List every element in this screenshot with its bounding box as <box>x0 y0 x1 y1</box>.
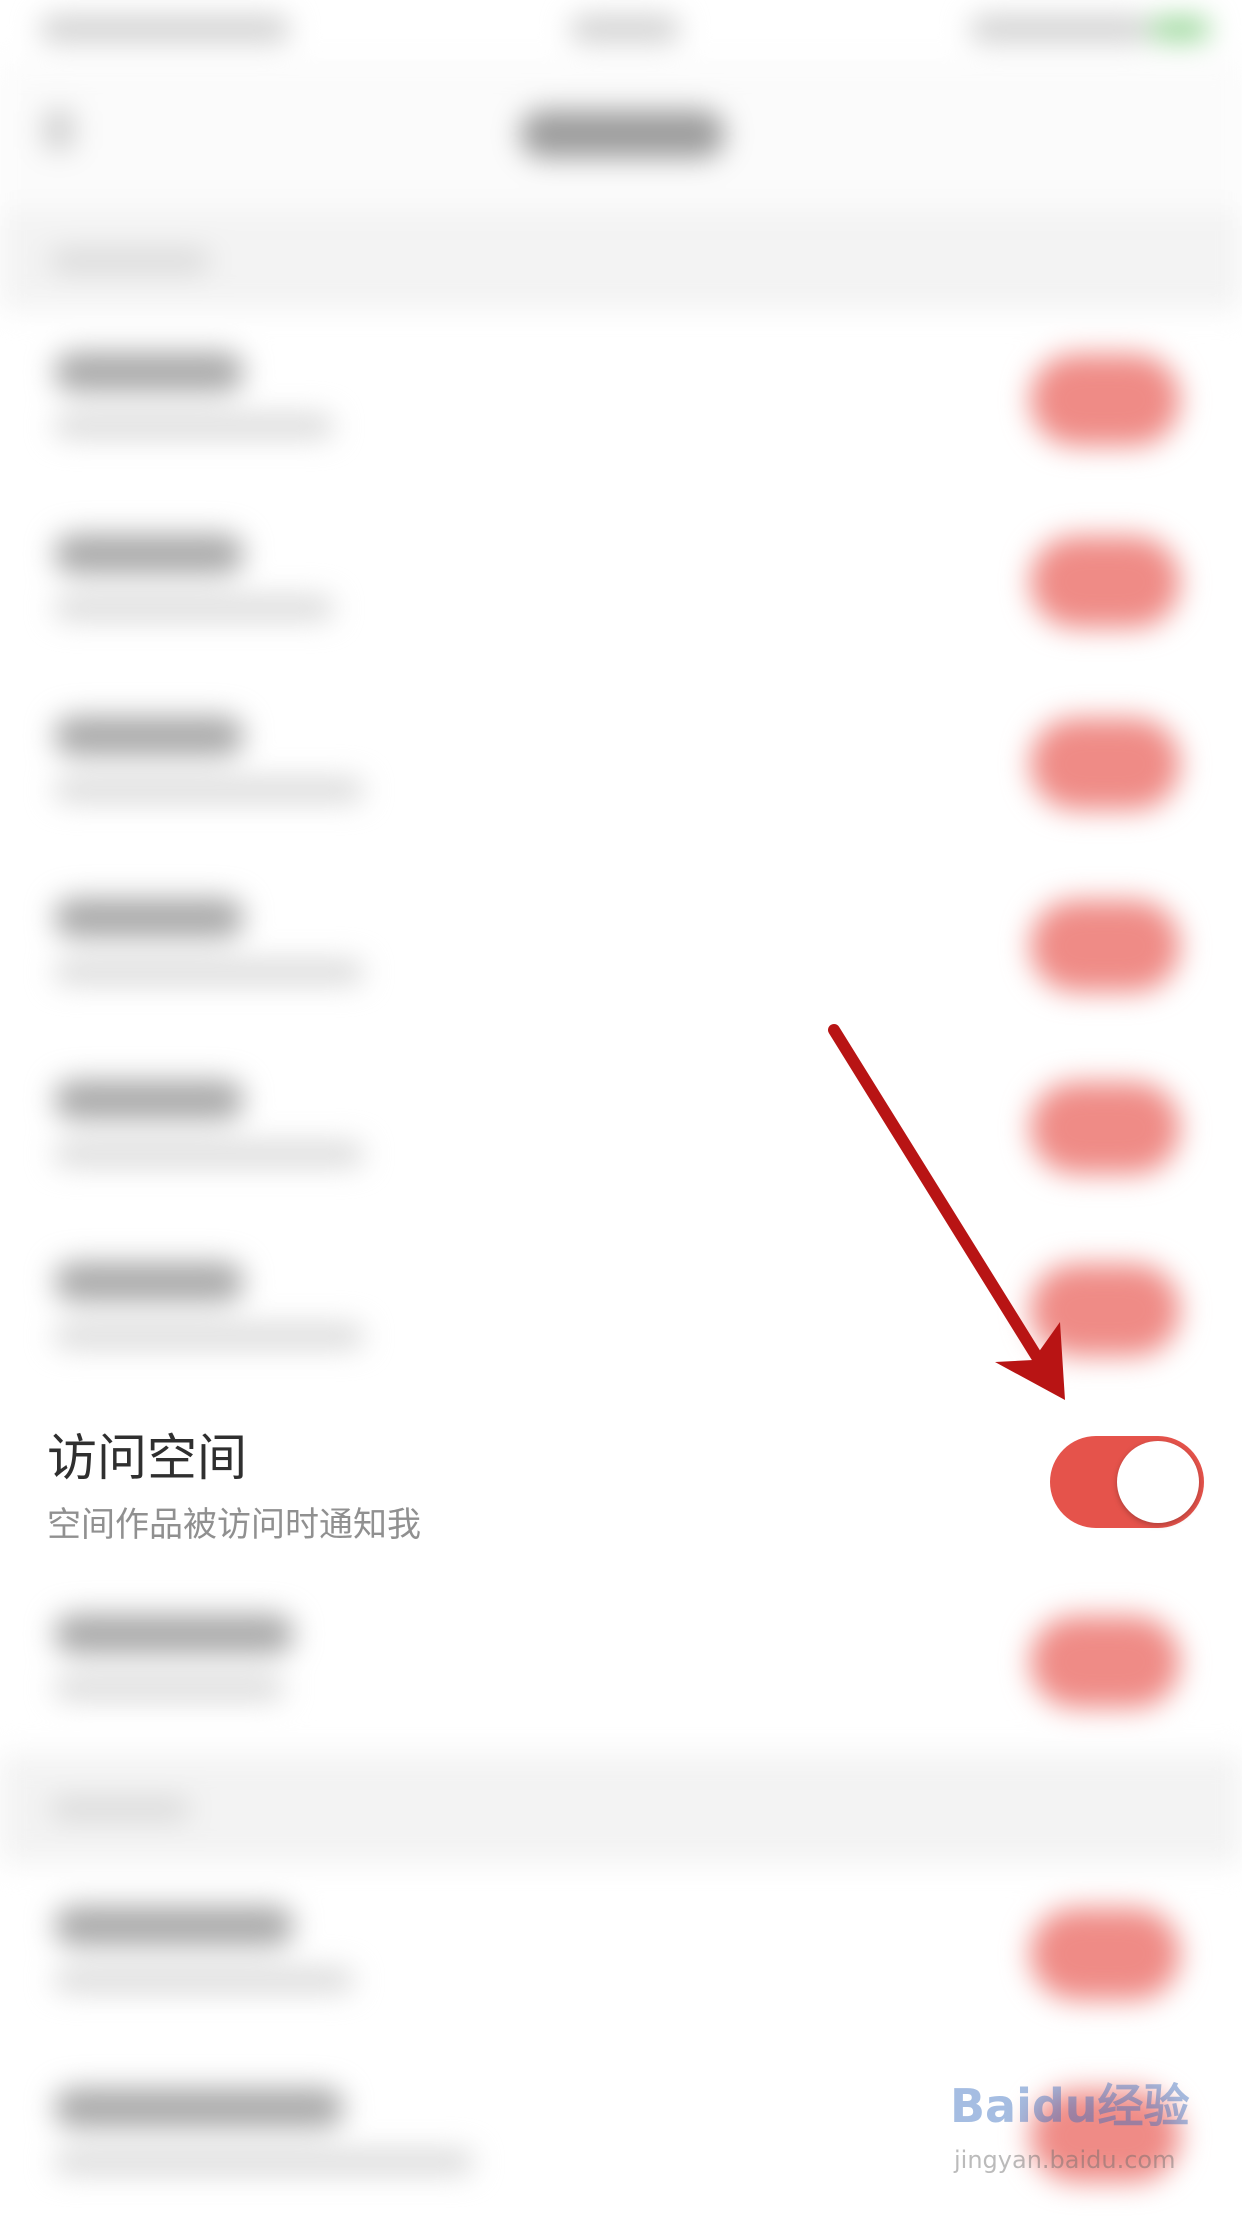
row-title-placeholder <box>54 352 244 392</box>
watermark-logo: Baidu经验 <box>950 2079 1190 2133</box>
settings-row[interactable] <box>0 310 1242 492</box>
row-subtitle-placeholder <box>54 1676 284 1700</box>
visit-space-toggle[interactable] <box>1050 1436 1204 1528</box>
toggle-switch[interactable] <box>1030 1908 1180 2000</box>
row-title-placeholder <box>54 898 244 938</box>
row-subtitle-placeholder <box>54 1968 354 1992</box>
toggle-switch[interactable] <box>1030 900 1180 992</box>
battery-icon <box>1150 18 1210 40</box>
settings-row[interactable] <box>0 1572 1242 1754</box>
row-title-placeholder <box>54 1080 244 1120</box>
page-title-placeholder <box>520 110 725 158</box>
settings-row[interactable] <box>0 1864 1242 2046</box>
row-title: 访问空间 <box>47 1429 247 1487</box>
settings-row-visit-space[interactable]: 访问空间 空间作品被访问时通知我 <box>0 1390 1242 1572</box>
row-subtitle-placeholder <box>54 1142 364 1166</box>
settings-row[interactable] <box>0 492 1242 674</box>
settings-row[interactable] <box>0 1220 1242 1402</box>
row-subtitle-placeholder <box>54 1324 364 1348</box>
back-icon[interactable] <box>44 110 74 150</box>
blurred-background <box>0 0 1242 2208</box>
status-bar <box>0 0 1242 60</box>
section-header-2 <box>0 1754 1242 1864</box>
toggle-switch[interactable] <box>1030 1616 1180 1708</box>
row-subtitle-placeholder <box>54 596 334 620</box>
settings-row[interactable] <box>0 856 1242 1038</box>
row-subtitle-placeholder <box>54 414 334 438</box>
toggle-switch[interactable] <box>1030 1264 1180 1356</box>
toggle-switch[interactable] <box>1030 1082 1180 1174</box>
row-title-placeholder <box>54 1906 294 1946</box>
section-label-placeholder <box>50 250 210 272</box>
row-title-placeholder <box>54 534 244 574</box>
row-subtitle-placeholder <box>54 960 364 984</box>
section-header-1 <box>0 210 1242 310</box>
settings-row[interactable] <box>0 1038 1242 1220</box>
toggle-switch[interactable] <box>1030 536 1180 628</box>
row-title-placeholder <box>54 716 244 756</box>
row-title-placeholder <box>54 1614 294 1654</box>
watermark-url: jingyan.baidu.com <box>954 2146 1176 2174</box>
row-subtitle: 空间作品被访问时通知我 <box>47 1505 421 1545</box>
row-title-placeholder <box>54 1262 244 1302</box>
toggle-switch[interactable] <box>1030 718 1180 810</box>
battery-placeholder <box>970 16 1150 42</box>
row-subtitle-placeholder <box>54 778 364 802</box>
row-title-placeholder <box>54 2088 344 2128</box>
navigation-bar <box>0 60 1242 210</box>
toggle-switch[interactable] <box>1030 354 1180 446</box>
settings-row[interactable] <box>0 674 1242 856</box>
carrier-placeholder <box>40 16 290 42</box>
time-placeholder <box>570 16 680 42</box>
toggle-knob <box>1117 1441 1199 1523</box>
baidu-watermark: Baidu经验 jingyan.baidu.com <box>950 2070 1190 2190</box>
section-label-placeholder <box>50 1798 190 1820</box>
row-subtitle-placeholder <box>54 2150 474 2174</box>
